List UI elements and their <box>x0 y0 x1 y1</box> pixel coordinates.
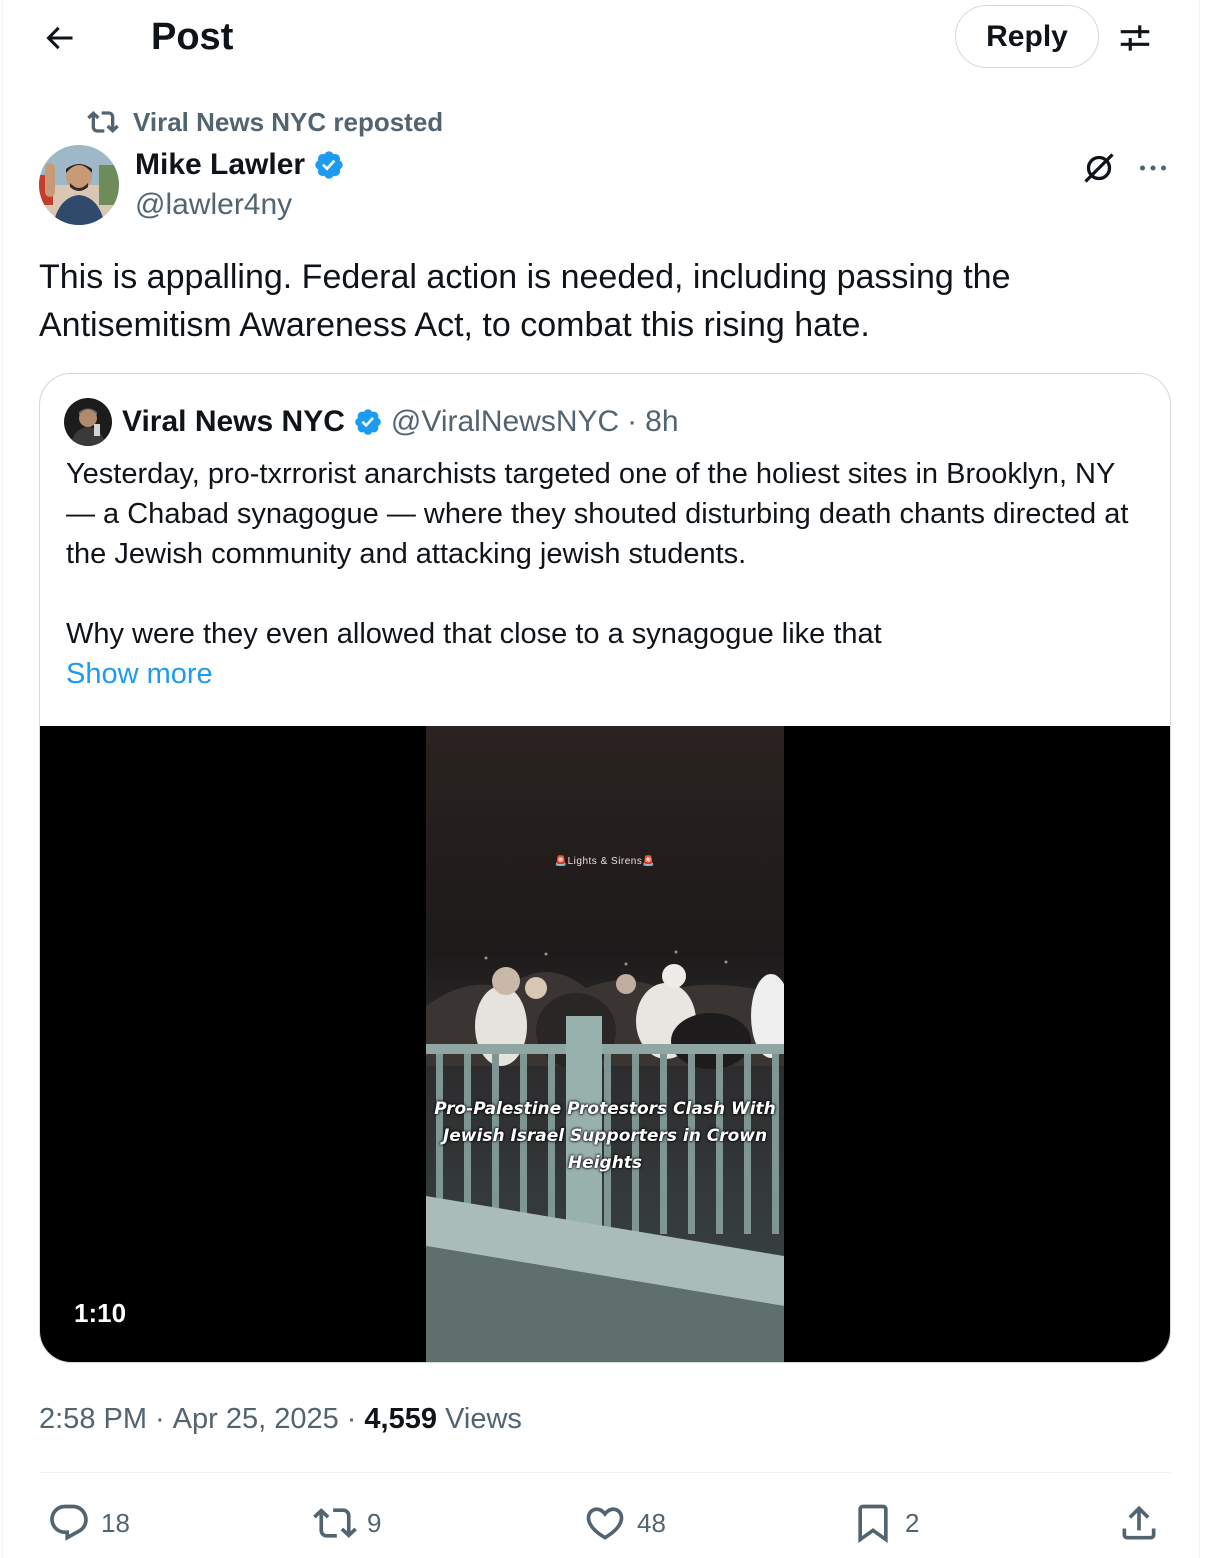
repost-icon <box>313 1508 357 1538</box>
verified-badge-icon <box>315 151 343 179</box>
quoted-header: Viral News NYC @ViralNewsNYC · 8h <box>122 402 679 442</box>
repost-label: Viral News NYC reposted <box>133 106 444 137</box>
heart-icon <box>586 1507 624 1540</box>
divider <box>39 1472 1171 1473</box>
video-watermark: 🚨Lights & Sirens🚨 <box>554 856 656 867</box>
author-name-row: Mike Lawler <box>135 146 345 184</box>
grok-icon <box>1084 153 1114 183</box>
views-count[interactable]: 4,559 <box>364 1403 437 1435</box>
author-name[interactable]: Mike Lawler <box>135 146 305 184</box>
action-bar: 18 9 48 2 <box>3 1495 1208 1551</box>
dot-separator: · <box>346 1403 357 1435</box>
dot-separator: · <box>155 1403 165 1435</box>
quoted-post-time[interactable]: 8h <box>645 402 678 442</box>
show-more-link[interactable]: Show more <box>66 654 213 694</box>
dot-separator: · <box>627 405 638 438</box>
like-action[interactable]: 48 <box>583 1495 666 1551</box>
share-action[interactable] <box>1117 1495 1161 1551</box>
sliders-icon <box>1120 25 1150 51</box>
like-count: 48 <box>637 1507 666 1538</box>
quoted-paragraph-1: Yesterday, pro-txrrorist anarchists targ… <box>66 458 1129 570</box>
post-time[interactable]: 2:58 PM <box>39 1400 147 1438</box>
post-text: This is appalling. Federal action is nee… <box>39 258 1011 344</box>
repost-icon <box>87 111 119 133</box>
repost-count: 9 <box>367 1507 382 1538</box>
views-label: Views <box>445 1403 522 1435</box>
arrow-left-icon <box>46 26 73 50</box>
repost-action[interactable]: 9 <box>313 1495 381 1551</box>
author-handle[interactable]: @lawler4ny <box>135 186 292 224</box>
verified-badge-icon <box>355 409 381 435</box>
reply-count: 18 <box>101 1507 130 1538</box>
post-date[interactable]: Apr 25, 2025 <box>173 1400 339 1438</box>
quoted-post-text: Yesterday, pro-txrrorist anarchists targ… <box>66 454 1146 654</box>
bookmark-action[interactable]: 2 <box>851 1495 919 1551</box>
grok-button[interactable] <box>1077 146 1121 190</box>
share-icon <box>1122 1505 1156 1540</box>
author-avatar[interactable] <box>39 145 119 225</box>
reply-action[interactable]: 18 <box>47 1495 130 1551</box>
comment-icon <box>50 1504 88 1541</box>
quoted-author-avatar[interactable] <box>64 398 112 446</box>
reply-button[interactable]: Reply <box>955 5 1099 68</box>
video-duration: 1:10 <box>74 1298 127 1328</box>
page-title: Post <box>151 16 234 58</box>
quoted-post[interactable]: Viral News NYC @ViralNewsNYC · 8h Yester… <box>39 373 1171 1363</box>
video-thumbnail[interactable]: 🚨Lights & Sirens🚨 Pro-Palestine Protesto… <box>426 726 784 1362</box>
video-player[interactable]: 🚨Lights & Sirens🚨 Pro-Palestine Protesto… <box>40 726 1170 1362</box>
settings-button[interactable] <box>1111 14 1159 62</box>
quoted-paragraph-2: Why were they even allowed that close to… <box>66 618 882 650</box>
quoted-author-handle[interactable]: @ViralNewsNYC <box>391 402 619 442</box>
back-button[interactable] <box>35 14 83 62</box>
bookmark-count: 2 <box>905 1507 920 1538</box>
video-caption: Pro-Palestine Protestors Clash With Jewi… <box>434 1099 776 1173</box>
post-meta: 2:58 PM · Apr 25, 2025 · 4,559 Views <box>39 1400 522 1438</box>
bookmark-icon <box>858 1504 888 1544</box>
more-options-button[interactable] <box>1131 146 1175 190</box>
quoted-author-name[interactable]: Viral News NYC <box>122 402 345 442</box>
post-page: Post Reply Viral News NYC reposted Mike … <box>2 0 1200 1558</box>
more-horizontal-icon <box>1139 165 1167 171</box>
repost-indicator[interactable]: Viral News NYC reposted <box>87 104 443 140</box>
